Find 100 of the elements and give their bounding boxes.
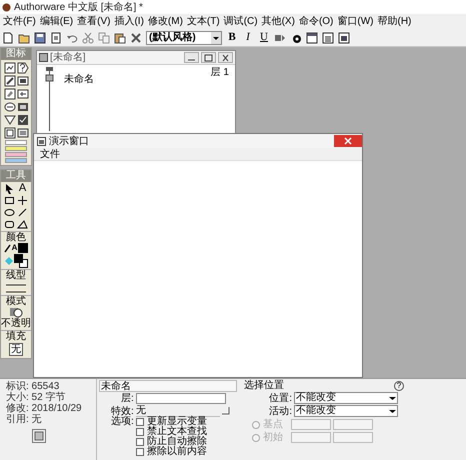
open-folder-icon[interactable] [18, 32, 30, 44]
menu-item[interactable]: 修改(M) [146, 16, 185, 27]
section-title: 选择位置 [244, 380, 284, 391]
field-label: 特效: [111, 406, 134, 416]
help-button[interactable]: ? [394, 380, 404, 390]
field-label: 位置: [268, 392, 292, 404]
coordinate-field[interactable] [333, 432, 373, 443]
decision-icon[interactable] [4, 114, 16, 126]
position-dropdown[interactable]: 不能改变 [294, 405, 398, 417]
info-text: 大小: 52 字节 [6, 392, 66, 403]
flag-swatch[interactable] [5, 146, 27, 151]
menu-item[interactable]: 窗口(W) [335, 16, 376, 27]
close-icon[interactable] [218, 52, 233, 63]
paste-icon[interactable] [114, 32, 126, 44]
checkbox[interactable] [136, 448, 144, 456]
check-icon[interactable] [16, 114, 28, 126]
plus-icon[interactable] [17, 195, 28, 206]
flag-swatch[interactable] [5, 140, 27, 145]
menu-item[interactable]: 编辑(E) [38, 16, 76, 27]
new-file-icon[interactable] [2, 32, 14, 44]
format-button[interactable]: B [226, 32, 238, 43]
display-icon[interactable] [4, 62, 16, 74]
section-label: 模式 [1, 295, 31, 307]
name-field[interactable]: 未命名 [99, 380, 237, 392]
flowline-drawing [45, 67, 54, 131]
text-tool-button[interactable]: A [17, 183, 28, 194]
pen-icon[interactable] [4, 243, 11, 253]
menu-item[interactable]: 其他(X) [260, 16, 297, 27]
format-button[interactable]: I [242, 32, 254, 43]
file-icon [39, 53, 48, 62]
effect-value: 无 [136, 405, 220, 417]
frame-icon[interactable] [4, 127, 16, 139]
info-text: 修改: 2018/10/29 [6, 403, 83, 414]
text-color-label: A [12, 243, 18, 253]
caret-icon [211, 32, 221, 44]
rounded-rectangle-icon[interactable] [4, 219, 15, 230]
menu-item[interactable]: 帮助(H) [376, 16, 414, 27]
rectangle-tool-icon[interactable] [4, 195, 15, 206]
menu-item[interactable]: 查看(V) [75, 16, 112, 27]
field-label: 层: [121, 393, 134, 404]
menu-item[interactable]: 文件 [40, 148, 60, 160]
window-title: 演示窗口 [49, 136, 90, 146]
ellipse-tool-icon[interactable] [4, 207, 15, 218]
checkbox-label: 防止自动擦除 [146, 437, 207, 447]
fill-button[interactable]: 无 [9, 343, 23, 356]
window-title: [未命名] [50, 52, 87, 63]
image-window-icon[interactable] [338, 32, 350, 44]
line-tool-icon[interactable] [17, 207, 28, 218]
erase-icon[interactable] [4, 88, 16, 100]
file-name: 未命名 [64, 74, 94, 85]
menu-item[interactable]: 插入(I) [112, 16, 146, 27]
section-label: 线型 [1, 269, 31, 281]
menu-item[interactable]: 文本(T) [184, 16, 222, 27]
palette-title: 工具 [1, 170, 31, 182]
checkbox-label: 擦除以前内容 [146, 447, 207, 457]
coordinate-field[interactable] [291, 419, 331, 430]
window-icon[interactable] [306, 32, 318, 44]
checkbox[interactable] [136, 418, 144, 426]
stroke-color-swatch[interactable] [18, 243, 28, 253]
palette-title: 图标 [1, 48, 31, 60]
radio-label: 初始 [263, 432, 283, 443]
field-label: 活动: [268, 406, 292, 416]
coordinate-field[interactable] [291, 432, 331, 443]
pointer-icon[interactable] [4, 183, 15, 194]
radio-label: 基点 [263, 419, 283, 430]
mode-icon[interactable] [9, 307, 23, 318]
window-icon [37, 136, 46, 146]
position-dropdown[interactable]: 不能改变 [294, 392, 398, 404]
line-style-icon[interactable] [5, 282, 27, 294]
info-text: 引用: 无 [6, 414, 43, 425]
icon-preview [32, 429, 46, 443]
question-icon[interactable] [16, 62, 28, 74]
close-icon [344, 137, 352, 145]
menu-item[interactable]: 文件(F) [1, 16, 38, 27]
flag-swatch[interactable] [5, 152, 27, 157]
field-label: 选项: [111, 417, 134, 429]
format-button[interactable]: U [258, 32, 270, 43]
coordinate-field[interactable] [333, 419, 373, 430]
style-dropdown[interactable]: (默认风格) [146, 30, 222, 44]
checkbox[interactable] [136, 438, 144, 446]
checkbox-label: 更新显示变量 [146, 417, 207, 427]
layer-label: 层 1 [210, 67, 229, 78]
list-window-icon[interactable] [322, 32, 334, 44]
minimize-icon[interactable] [184, 52, 199, 63]
fill-color-swatch[interactable] [14, 254, 28, 268]
section-label: 填充 [1, 330, 31, 342]
pencil-icon[interactable] [4, 75, 16, 87]
checkbox[interactable] [136, 428, 144, 436]
close-button[interactable] [334, 135, 362, 147]
maximize-icon[interactable] [201, 52, 216, 63]
checkbox-label: 禁止文本查找 [146, 427, 207, 437]
polygon-tool-icon[interactable] [17, 219, 28, 230]
save-icon[interactable] [34, 32, 46, 44]
menu-item[interactable]: 调试(C) [222, 16, 260, 27]
cut-icon[interactable] [82, 32, 94, 44]
layer-field[interactable] [136, 393, 226, 404]
info-text: 标识: 65543 [6, 381, 60, 392]
flag-swatch[interactable] [5, 158, 27, 163]
menu-item[interactable]: 命令(O) [296, 16, 336, 27]
browse-icon[interactable] [222, 407, 230, 415]
